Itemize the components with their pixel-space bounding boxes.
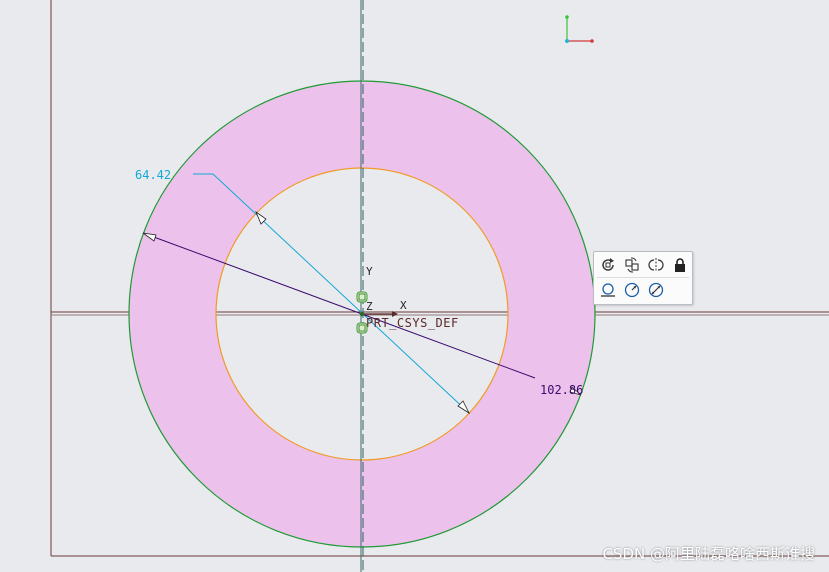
outer-diameter-label[interactable]: 102.86: [540, 383, 583, 397]
csys-label: PRT_CSYS_DEF: [366, 316, 459, 330]
sketch-canvas[interactable]: 64.42 102.86 Y X Z PRT_CSYS_DEF: [0, 0, 829, 572]
lock-button[interactable]: [669, 254, 691, 276]
tangent-button[interactable]: [597, 279, 619, 301]
coordinate-system[interactable]: Y X Z PRT_CSYS_DEF: [362, 265, 459, 330]
radius-button[interactable]: [621, 279, 643, 301]
axis-y-label: Y: [366, 265, 373, 278]
tangent-icon: [601, 283, 615, 297]
mirror-button[interactable]: [645, 254, 667, 276]
mirror-icon: [648, 258, 664, 272]
rotate-resize-button[interactable]: [597, 254, 619, 276]
inner-diameter-label[interactable]: 64.42: [135, 168, 171, 182]
diameter-button[interactable]: [645, 279, 667, 301]
mini-toolbar: [593, 251, 693, 305]
lock-icon: [675, 258, 685, 272]
view-triad-icon: [565, 15, 594, 43]
dim-arrow-icon: [457, 400, 471, 415]
replace-icon: [625, 257, 639, 273]
diameter-icon: [648, 282, 664, 298]
replace-button[interactable]: [621, 254, 643, 276]
rotate-icon: [602, 258, 614, 271]
axis-x-label: X: [400, 299, 407, 312]
watermark: CSDN @阿里陆磊咯啥西斯谁搜: [602, 545, 815, 563]
radius-icon: [624, 282, 640, 298]
axis-z-label: Z: [366, 300, 373, 313]
